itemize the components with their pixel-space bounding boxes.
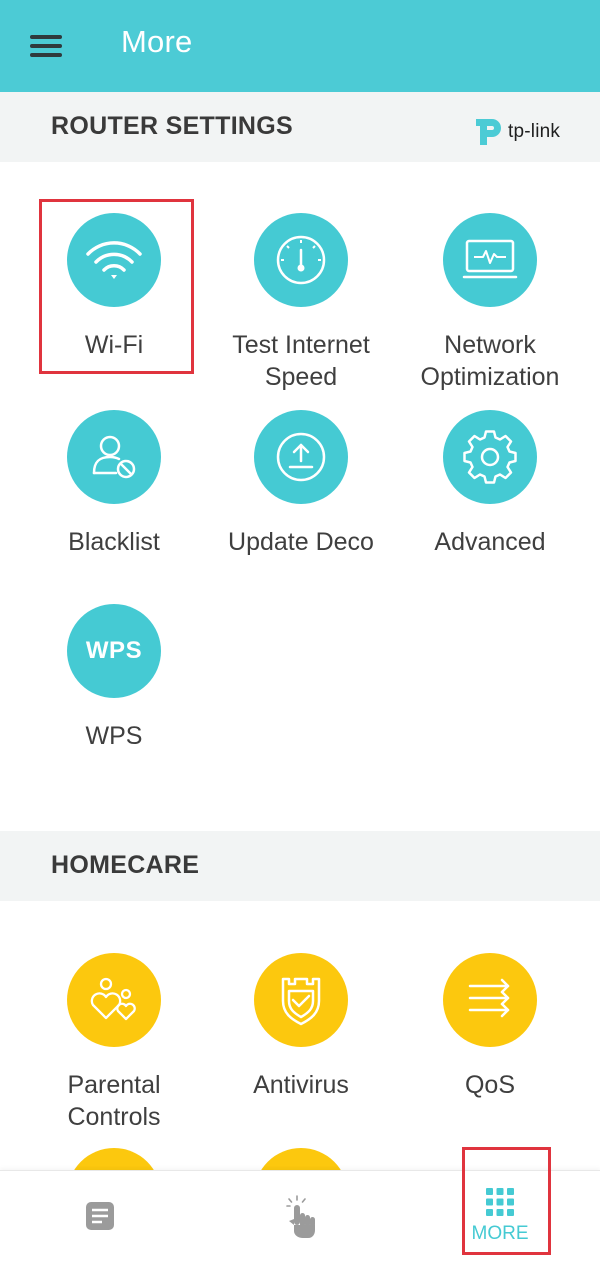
update-deco-item[interactable]: Update Deco <box>207 410 395 558</box>
app-bar: More <box>0 0 600 92</box>
network-optimization-item[interactable]: Network Optimization <box>396 213 584 393</box>
advanced-label: Advanced <box>434 528 546 556</box>
tp-link-logo: tp-link <box>472 116 560 148</box>
antivirus-item[interactable]: Antivirus <box>207 953 395 1101</box>
section-title-router-settings: ROUTER SETTINGS <box>51 112 294 140</box>
antivirus-label: Antivirus <box>253 1071 349 1099</box>
nav-devices-button[interactable] <box>200 1171 400 1261</box>
family-hearts-icon <box>90 977 136 1021</box>
network-optimization-label: Network Optimization <box>420 331 560 391</box>
test-internet-speed-item[interactable]: Test Internet Speed <box>207 213 395 393</box>
document-icon <box>86 1202 114 1230</box>
homecare-header: HOMECARE <box>0 831 600 901</box>
qos-label: QoS <box>464 1071 516 1099</box>
wps-icon-text: WPS <box>85 637 143 664</box>
wifi-highlight-box <box>39 199 194 374</box>
shield-icon <box>281 977 321 1026</box>
wps-label: WPS <box>85 722 143 750</box>
touch-hand-icon <box>286 1195 315 1238</box>
qos-item[interactable]: QoS <box>396 953 584 1101</box>
wps-item[interactable]: WPS WPS <box>20 604 208 752</box>
section-title-homecare: HOMECARE <box>51 851 200 879</box>
parental-controls-label: Parental Controls <box>67 1071 161 1131</box>
gear-icon <box>463 430 517 484</box>
wps-icon: WPS <box>67 604 161 698</box>
tp-link-logo-icon <box>476 119 501 145</box>
menu-icon[interactable] <box>30 31 64 59</box>
arrows-right-icon <box>468 978 510 1018</box>
speedometer-icon <box>276 235 326 285</box>
more-highlight-box <box>462 1147 551 1255</box>
update-deco-label: Update Deco <box>228 528 374 556</box>
blacklist-item[interactable]: Blacklist <box>20 410 208 558</box>
user-blocked-icon <box>92 435 136 479</box>
blacklist-label: Blacklist <box>68 528 160 556</box>
router-settings-header: ROUTER SETTINGS tp-link <box>0 92 600 162</box>
tp-link-logo-text: tp-link <box>508 121 561 142</box>
page-title: More <box>121 24 193 59</box>
advanced-item[interactable]: Advanced <box>396 410 584 558</box>
monitor-pulse-icon <box>462 239 518 279</box>
nav-overview-button[interactable] <box>0 1171 200 1261</box>
test-internet-speed-label: Test Internet Speed <box>232 331 370 391</box>
upload-icon <box>276 432 326 482</box>
parental-controls-item[interactable]: Parental Controls <box>20 953 208 1133</box>
